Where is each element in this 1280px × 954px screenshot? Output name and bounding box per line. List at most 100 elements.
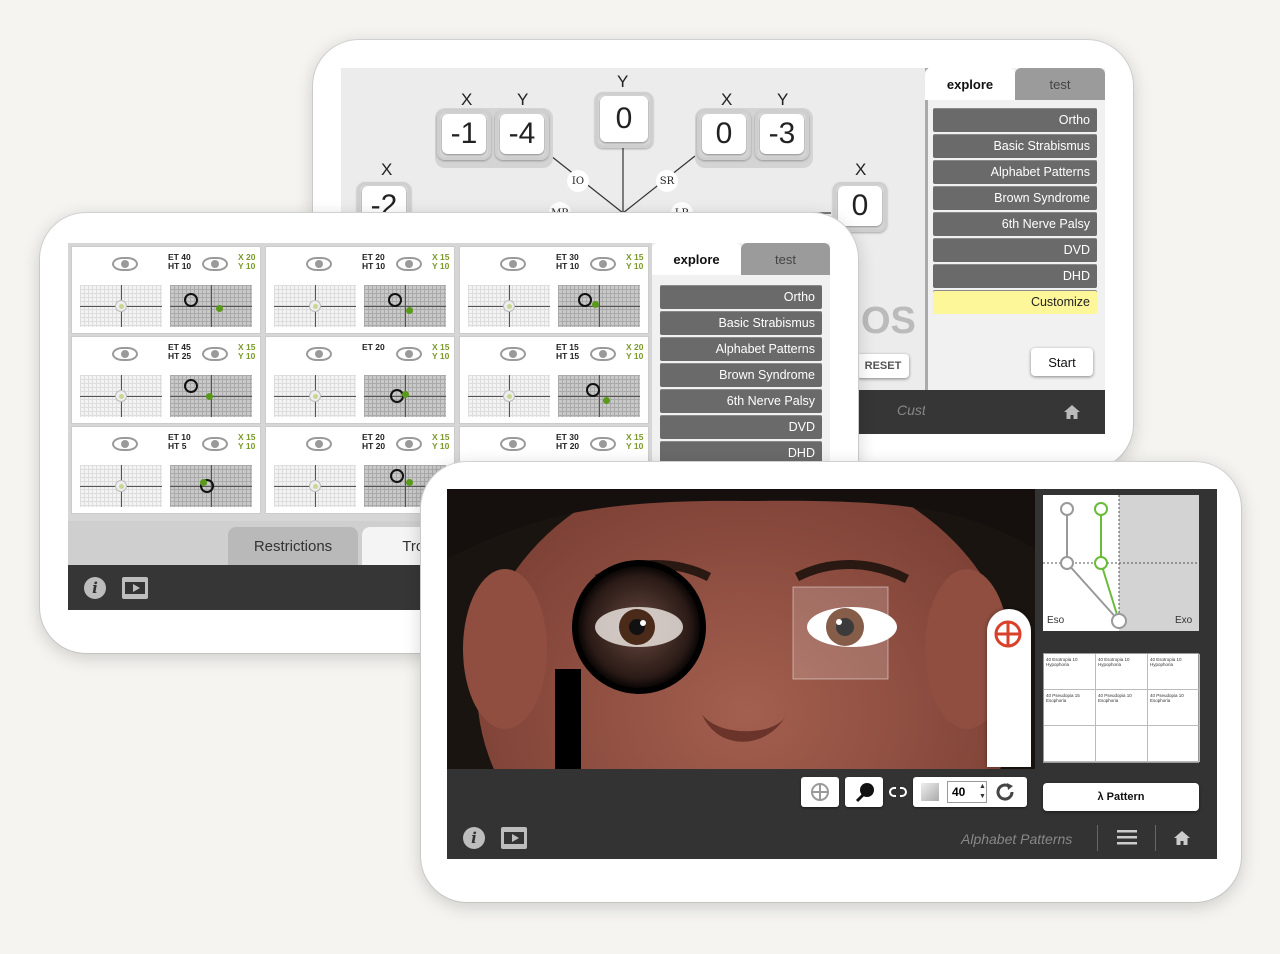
crosshair-tool[interactable] bbox=[801, 777, 839, 807]
pattern-cell[interactable]: 40 Esotropia 10 Hypophoria bbox=[1148, 654, 1200, 690]
axis-y-label: Y bbox=[777, 90, 789, 109]
prism-stepper[interactable]: ▲ ▼ bbox=[979, 782, 987, 802]
video-icon[interactable] bbox=[501, 827, 527, 849]
y-label: Y 10 bbox=[238, 351, 256, 361]
pattern-cell[interactable]: 40 Pseudopia 10 Esophoria bbox=[1096, 690, 1148, 726]
tab-test[interactable]: test bbox=[741, 243, 830, 275]
pattern-button[interactable]: λ Pattern bbox=[1043, 783, 1199, 811]
pattern-cell[interactable] bbox=[1148, 726, 1200, 762]
occluder-slider[interactable] bbox=[987, 609, 1031, 767]
menu-item-basic-strabismus[interactable]: Basic Strabismus bbox=[933, 134, 1097, 158]
eye-icon bbox=[202, 347, 228, 361]
divider bbox=[1155, 825, 1156, 851]
tab-restrictions[interactable]: Restrictions bbox=[228, 527, 358, 565]
eye-icon bbox=[500, 257, 526, 271]
axis-x-label: X bbox=[855, 160, 867, 179]
target-ring bbox=[578, 293, 592, 307]
menu-item-6th-nerve-palsy[interactable]: 6th Nerve Palsy bbox=[660, 389, 822, 413]
fixation-dot bbox=[603, 397, 610, 404]
target-icon bbox=[994, 620, 1022, 648]
right-y-value[interactable]: -3 bbox=[755, 110, 809, 160]
tab-test[interactable]: test bbox=[1015, 68, 1105, 100]
y-label: Y 10 bbox=[626, 261, 644, 271]
panel-tabs: explore test bbox=[652, 243, 830, 275]
menu-item-customize[interactable]: Customize bbox=[933, 290, 1097, 314]
pattern-cell[interactable]: 40 Pseudopia 10 Esophoria bbox=[1148, 690, 1200, 726]
left-eye-grid bbox=[80, 465, 162, 507]
left-eye-grid bbox=[80, 285, 162, 327]
rotate-icon[interactable] bbox=[995, 782, 1017, 802]
eye-icon bbox=[202, 257, 228, 271]
tropia-cell[interactable]: ET 15 HT 15 X 20 Y 10 bbox=[460, 337, 648, 423]
start-button[interactable]: Start bbox=[1031, 348, 1093, 376]
tab-explore[interactable]: explore bbox=[652, 243, 741, 275]
y-label: Y 10 bbox=[432, 351, 450, 361]
y-label: Y 10 bbox=[238, 441, 256, 451]
menu-item-dhd[interactable]: DHD bbox=[933, 264, 1097, 288]
tropia-cell[interactable]: ET 10 HT 5X 15 Y 10 bbox=[72, 427, 260, 513]
panel-footer bbox=[925, 390, 1105, 434]
menu-item-basic-strabismus[interactable]: Basic Strabismus bbox=[660, 311, 822, 335]
target-ring bbox=[184, 379, 198, 393]
pattern-cell[interactable]: 40 Esotropia 10 Hypophoria bbox=[1044, 654, 1096, 690]
eye-icon bbox=[202, 437, 228, 451]
home-icon[interactable] bbox=[1063, 404, 1081, 420]
video-icon[interactable] bbox=[122, 577, 148, 599]
occluder-paddle-icon bbox=[855, 783, 874, 803]
left-eye-grid bbox=[274, 465, 356, 507]
menu-icon[interactable] bbox=[1117, 829, 1137, 845]
tropia-cell[interactable]: ET 45 HT 25 X 15 Y 10 bbox=[72, 337, 260, 423]
info-icon[interactable]: i bbox=[463, 827, 485, 849]
pattern-cell[interactable]: 40 Pseudopia 15 Esophoria bbox=[1044, 690, 1096, 726]
preset-menu: Ortho Basic Strabismus Alphabet Patterns Br… bbox=[933, 108, 1097, 316]
prism-control: 40 ▲ ▼ bbox=[913, 777, 1027, 807]
axis-x-label: X bbox=[461, 90, 473, 109]
tropia-cell[interactable]: ET 30 HT 10 X 15 Y 10 bbox=[460, 247, 648, 333]
reset-button[interactable]: RESET bbox=[857, 354, 909, 378]
pattern-cell[interactable] bbox=[1044, 726, 1096, 762]
menu-item-brown-syndrome[interactable]: Brown Syndrome bbox=[660, 363, 822, 387]
crosshair-icon bbox=[811, 783, 829, 801]
fixation-dot bbox=[402, 391, 409, 398]
menu-item-ortho[interactable]: Ortho bbox=[660, 285, 822, 309]
fixation-dot bbox=[200, 479, 207, 486]
axis-y-label: Y bbox=[617, 72, 629, 91]
target-ring bbox=[388, 293, 402, 307]
eye-icon bbox=[306, 347, 332, 361]
right-eye-grid bbox=[170, 285, 252, 327]
menu-item-ortho[interactable]: Ortho bbox=[933, 108, 1097, 132]
divider bbox=[1097, 825, 1098, 851]
menu-item-brown-syndrome[interactable]: Brown Syndrome bbox=[933, 186, 1097, 210]
eye-icon bbox=[500, 437, 526, 451]
menu-item-dvd[interactable]: DVD bbox=[933, 238, 1097, 262]
pattern-cell[interactable] bbox=[1096, 726, 1148, 762]
left-x-value[interactable]: -1 bbox=[437, 110, 491, 160]
menu-item-6th-nerve-palsy[interactable]: 6th Nerve Palsy bbox=[933, 212, 1097, 236]
eye-icon bbox=[306, 437, 332, 451]
menu-item-alphabet-patterns[interactable]: Alphabet Patterns bbox=[660, 337, 822, 361]
link-icon[interactable] bbox=[889, 783, 907, 801]
occluder-tool[interactable] bbox=[845, 777, 883, 807]
tropia-cell[interactable]: ET 20 HT 10 X 15 Y 10 bbox=[266, 247, 454, 333]
left-eye-grid bbox=[80, 375, 162, 417]
menu-item-dvd[interactable]: DVD bbox=[660, 415, 822, 439]
target-ring bbox=[586, 383, 600, 397]
y-label: Y 10 bbox=[626, 441, 644, 451]
tropia-cell[interactable]: ET 20 X 15 Y 10 bbox=[266, 337, 454, 423]
right-x-value[interactable]: 0 bbox=[697, 110, 751, 160]
tropia-cell[interactable]: ET 40 HT 10 X 20 Y 10 bbox=[72, 247, 260, 333]
info-icon[interactable]: i bbox=[84, 577, 106, 599]
menu-item-alphabet-patterns[interactable]: Alphabet Patterns bbox=[933, 160, 1097, 184]
fixation-dot bbox=[406, 479, 413, 486]
center-y-value[interactable]: 0 bbox=[595, 92, 653, 148]
tab-explore[interactable]: explore bbox=[925, 68, 1015, 100]
pattern-cell-text: 40 Esotropia 10 Hypophoria bbox=[1150, 657, 1182, 667]
pattern-grid: 40 Esotropia 10 Hypophoria 40 Esotropia 1… bbox=[1043, 653, 1200, 763]
eye-icon bbox=[500, 347, 526, 361]
pattern-cell[interactable]: 40 Esotropia 10 Hypophoria bbox=[1096, 654, 1148, 690]
home-icon[interactable] bbox=[1173, 830, 1191, 846]
eye-icon bbox=[112, 437, 138, 451]
right-eye-grid bbox=[170, 465, 252, 507]
left-y-value[interactable]: -4 bbox=[495, 110, 549, 160]
right-eye-grid bbox=[170, 375, 252, 417]
